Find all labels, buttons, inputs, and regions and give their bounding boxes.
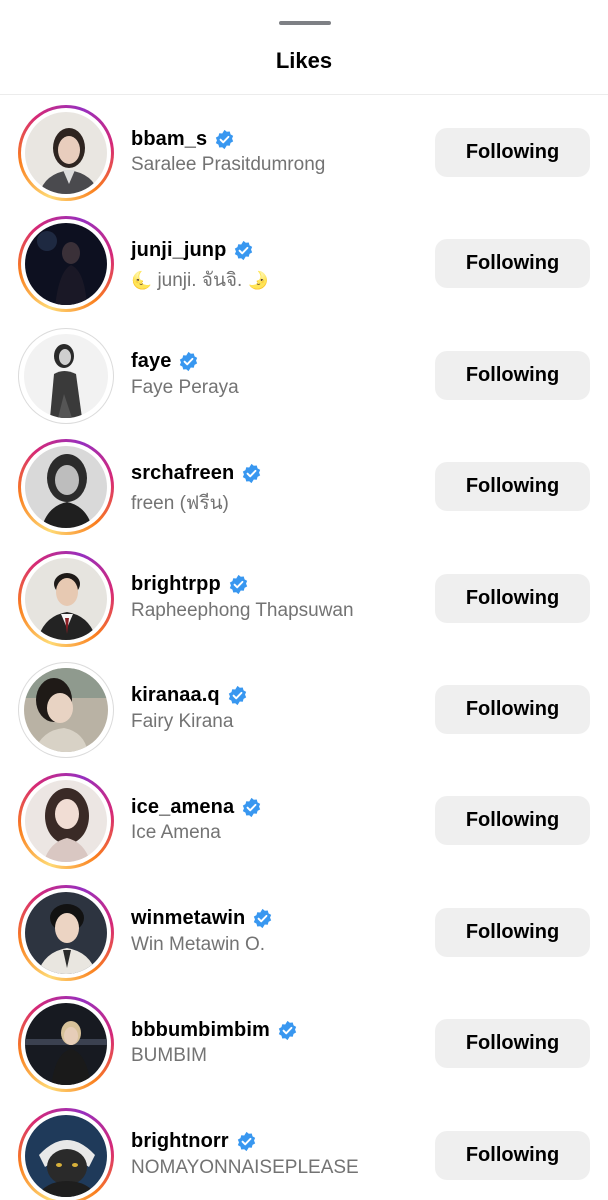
avatar[interactable] — [25, 557, 107, 640]
full-name: NOMAYONNAISEPLEASE — [131, 1156, 359, 1178]
list-item[interactable]: faye Faye Peraya Following — [0, 320, 608, 431]
list-item[interactable]: brightrpp Rapheephong Thapsuwan Followin… — [0, 543, 608, 654]
moon-emoji: 🌜 — [131, 271, 153, 291]
moon-emoji: 🌛 — [247, 271, 269, 291]
list-item[interactable]: junji_junp 🌜 junji. จันจิ. 🌛 Following — [0, 208, 608, 319]
story-ring[interactable] — [18, 996, 114, 1093]
avatar-border[interactable] — [18, 327, 114, 424]
full-name: Fairy Kirana — [131, 710, 234, 732]
list-item[interactable]: kiranaa.q Fairy Kirana Following — [0, 654, 608, 765]
list-item[interactable]: bbbumbimbim BUMBIM Following — [0, 988, 608, 1099]
verified-badge-icon — [180, 352, 198, 372]
full-name: Faye Peraya — [131, 376, 239, 398]
story-ring[interactable] — [18, 884, 114, 981]
verified-badge-icon — [278, 1020, 297, 1040]
story-ring[interactable] — [18, 439, 114, 536]
following-button[interactable]: Following — [435, 1019, 590, 1069]
verified-badge-icon — [229, 574, 247, 595]
username[interactable]: ice_amena — [131, 796, 234, 819]
username[interactable]: srchafreen — [131, 462, 234, 485]
avatar[interactable] — [25, 891, 107, 974]
likes-list: bbam_s Saralee Prasitdumrong Following j… — [0, 97, 608, 1200]
list-item[interactable]: winmetawin Win Metawin O. Following — [0, 877, 608, 988]
following-button[interactable]: Following — [435, 1130, 590, 1180]
verified-badge-icon — [235, 240, 253, 261]
following-button[interactable]: Following — [435, 573, 590, 623]
sheet-title: Likes — [275, 48, 333, 73]
list-item[interactable]: bbam_s Saralee Prasitdumrong Following — [0, 97, 608, 208]
full-name: freen (ฟรีน) — [131, 493, 229, 515]
username[interactable]: bbbumbimbim — [131, 1019, 270, 1042]
avatar[interactable] — [25, 223, 107, 306]
avatar[interactable] — [24, 667, 108, 752]
story-ring[interactable] — [18, 1107, 114, 1200]
username[interactable]: winmetawin — [131, 907, 245, 930]
avatar-border[interactable] — [18, 661, 114, 758]
verified-badge-icon — [237, 1131, 255, 1152]
full-name: Saralee Prasitdumrong — [131, 154, 326, 175]
verified-badge-icon — [243, 797, 261, 817]
username[interactable]: junji_junp — [131, 239, 226, 262]
avatar[interactable] — [24, 333, 108, 418]
sheet-grabber-handle[interactable] — [279, 21, 331, 25]
avatar[interactable] — [25, 780, 107, 863]
story-ring[interactable] — [18, 105, 114, 201]
username[interactable]: brightrpp — [131, 573, 221, 596]
verified-badge-icon — [254, 909, 272, 929]
avatar[interactable] — [25, 112, 107, 194]
username[interactable]: kiranaa.q — [131, 684, 220, 707]
following-button[interactable]: Following — [435, 239, 590, 289]
verified-badge-icon — [243, 463, 261, 483]
likes-sheet: Likes bbam_s Saralee Prasitdumrong Follo… — [0, 0, 608, 1200]
following-button[interactable]: Following — [435, 462, 590, 512]
story-ring[interactable] — [18, 550, 114, 647]
verified-badge-icon — [216, 129, 234, 149]
avatar[interactable] — [25, 1003, 107, 1086]
header-divider — [0, 94, 608, 95]
list-item[interactable]: brightnorr NOMAYONNAISEPLEASE Following — [0, 1100, 608, 1200]
list-item[interactable]: srchafreen freen (ฟรีน) Following — [0, 431, 608, 542]
following-button[interactable]: Following — [435, 350, 590, 400]
full-name: 🌜 junji. จันจิ. 🌛 — [131, 270, 269, 292]
verified-badge-icon — [228, 686, 246, 706]
following-button[interactable]: Following — [435, 128, 590, 177]
avatar[interactable] — [25, 1114, 107, 1197]
list-item[interactable]: ice_amena Ice Amena Following — [0, 765, 608, 876]
story-ring[interactable] — [18, 216, 114, 313]
full-name: Win Metawin O. — [131, 933, 266, 955]
avatar[interactable] — [25, 446, 107, 529]
username[interactable]: bbam_s — [131, 128, 207, 151]
username[interactable]: brightnorr — [131, 1130, 229, 1153]
story-ring[interactable] — [18, 773, 114, 870]
username[interactable]: faye — [131, 350, 171, 373]
full-name: BUMBIM — [131, 1045, 207, 1067]
full-name: Rapheephong Thapsuwan — [131, 599, 354, 621]
full-name: Ice Amena — [131, 822, 221, 844]
following-button[interactable]: Following — [435, 684, 590, 734]
following-button[interactable]: Following — [435, 907, 590, 957]
following-button[interactable]: Following — [435, 796, 590, 846]
